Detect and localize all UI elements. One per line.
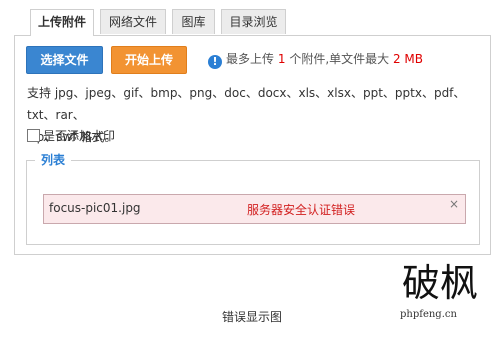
info-prefix: 最多上传 <box>226 52 275 66</box>
close-icon[interactable]: × <box>449 197 459 211</box>
file-list: 列表 focus-pic01.jpg 服务器安全认证错误 × <box>26 152 480 245</box>
page-caption: 错误显示图 <box>221 310 282 324</box>
site-logo-text: 破枫 <box>402 262 478 304</box>
info-middle: 个附件,单文件最大 <box>289 52 390 66</box>
tab-network-file[interactable]: 网络文件 <box>100 9 166 34</box>
upload-panel: 选择文件 开始上传 ! 最多上传 1 个附件,单文件最大 2 MB 支持 jpg、… <box>14 35 491 255</box>
info-max-size: 2 MB <box>392 52 424 66</box>
site-logo: 破枫 <box>402 262 478 304</box>
list-item: focus-pic01.jpg 服务器安全认证错误 × <box>43 194 466 224</box>
formats-line-1: 支持 jpg、jpeg、gif、bmp、png、doc、docx、xls、xls… <box>27 86 466 122</box>
file-name: focus-pic01.jpg <box>49 201 141 215</box>
error-message: 服务器安全认证错误 <box>247 203 356 217</box>
select-file-button[interactable]: 选择文件 <box>26 46 103 74</box>
watermark-checkbox[interactable] <box>27 129 40 142</box>
upload-limit-info: ! 最多上传 1 个附件,单文件最大 2 MB <box>208 50 423 69</box>
info-max-count: 1 <box>277 52 286 66</box>
tab-upload-attachment[interactable]: 上传附件 <box>30 9 94 36</box>
info-icon: ! <box>208 55 222 69</box>
file-list-legend: 列表 <box>35 152 72 168</box>
start-upload-button[interactable]: 开始上传 <box>111 46 187 74</box>
watermark-option[interactable]: 是否添加水印 <box>27 128 115 144</box>
watermark-label: 是否添加水印 <box>43 129 116 143</box>
tab-directory-browse[interactable]: 目录浏览 <box>221 9 286 34</box>
tab-gallery[interactable]: 图库 <box>172 9 215 34</box>
